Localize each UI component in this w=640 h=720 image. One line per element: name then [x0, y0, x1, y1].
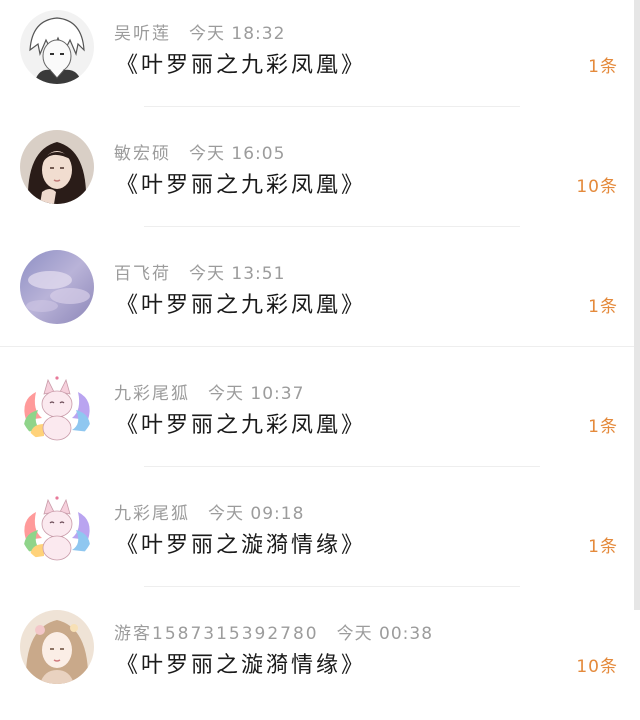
- fox-avatar-icon[interactable]: [20, 490, 94, 564]
- message-time: 今天 13:51: [189, 263, 286, 284]
- sender-name: 九彩尾狐: [114, 383, 190, 404]
- row-divider: [144, 586, 520, 587]
- anime-girl-avatar-icon[interactable]: [20, 610, 94, 684]
- sender-name: 游客1587315392780: [114, 623, 319, 644]
- message-time: 今天 10:37: [208, 383, 305, 404]
- message-row[interactable]: 游客1587315392780 今天 00:38 《叶罗丽之漩漪情缘》 10条: [0, 600, 640, 720]
- message-row[interactable]: 九彩尾狐 今天 09:18 《叶罗丽之漩漪情缘》 1条: [0, 480, 640, 600]
- unread-count-badge: 1条: [588, 56, 618, 77]
- unread-count-badge: 1条: [588, 296, 618, 317]
- scrollbar[interactable]: [634, 0, 640, 610]
- girl-photo-avatar-icon[interactable]: [20, 130, 94, 204]
- message-title: 《叶罗丽之漩漪情缘》: [116, 533, 367, 558]
- sender-name: 敏宏硕: [114, 143, 171, 164]
- message-row[interactable]: 九彩尾狐 今天 10:37 《叶罗丽之九彩凤凰》 1条: [0, 360, 640, 480]
- row-divider: [144, 106, 520, 107]
- message-title: 《叶罗丽之九彩凤凰》: [116, 53, 367, 78]
- unread-count-badge: 1条: [588, 416, 618, 437]
- message-time: 今天 00:38: [336, 623, 434, 644]
- message-title: 《叶罗丽之九彩凤凰》: [116, 293, 367, 318]
- unread-count-badge: 10条: [576, 176, 618, 197]
- fox-avatar-icon[interactable]: [20, 370, 94, 444]
- anime-boy-avatar-icon[interactable]: [20, 10, 94, 84]
- message-title: 《叶罗丽之九彩凤凰》: [116, 173, 367, 198]
- message-title: 《叶罗丽之九彩凤凰》: [116, 413, 367, 438]
- unread-count-badge: 10条: [576, 656, 618, 677]
- row-divider: [144, 226, 520, 227]
- message-list: 吴听莲 今天 18:32 《叶罗丽之九彩凤凰》 1条 敏宏硕 今天 16:05 …: [0, 0, 640, 702]
- message-time: 今天 09:18: [208, 503, 305, 524]
- row-divider: [0, 346, 634, 347]
- row-divider: [144, 466, 540, 467]
- message-row[interactable]: 敏宏硕 今天 16:05 《叶罗丽之九彩凤凰》 10条: [0, 120, 640, 240]
- message-time: 今天 16:05: [189, 143, 286, 164]
- message-row[interactable]: 吴听莲 今天 18:32 《叶罗丽之九彩凤凰》 1条: [0, 0, 640, 120]
- sky-avatar-icon[interactable]: [20, 250, 94, 324]
- message-title: 《叶罗丽之漩漪情缘》: [116, 653, 367, 678]
- sender-name: 吴听莲: [114, 23, 171, 44]
- sender-name: 百飞荷: [114, 263, 171, 284]
- message-row[interactable]: 百飞荷 今天 13:51 《叶罗丽之九彩凤凰》 1条: [0, 240, 640, 360]
- message-time: 今天 18:32: [189, 23, 286, 44]
- sender-name: 九彩尾狐: [114, 503, 190, 524]
- unread-count-badge: 1条: [588, 536, 618, 557]
